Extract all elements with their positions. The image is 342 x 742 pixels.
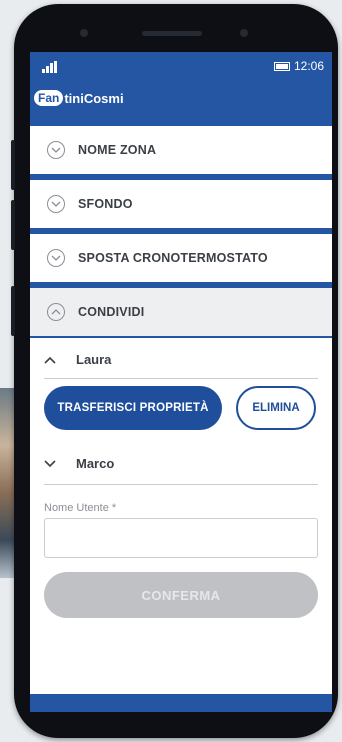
user-name: Laura: [76, 352, 112, 367]
status-time: 12:06: [293, 59, 324, 73]
confirm-button[interactable]: CONFERMA: [44, 572, 318, 618]
chevron-down-icon: [47, 195, 65, 213]
power-button: [11, 286, 15, 336]
volume-button: [11, 200, 15, 250]
divider: [44, 378, 318, 379]
delete-button[interactable]: ELIMINA: [236, 386, 316, 430]
section-sfondo[interactable]: SFONDO: [30, 180, 332, 228]
section-label: NOME ZONA: [78, 143, 157, 157]
transfer-ownership-button[interactable]: TRASFERISCI PROPRIETÀ: [44, 386, 222, 430]
phone-speaker-area: [50, 26, 300, 40]
chevron-down-icon: [47, 249, 65, 267]
section-label: SPOSTA CRONOTERMOSTATO: [78, 251, 268, 265]
app-header: Fan tiniCosmi: [30, 80, 332, 125]
logo-badge: Fan: [34, 90, 64, 106]
signal-icon: [42, 61, 58, 73]
share-panel: Laura TRASFERISCI PROPRIETÀ ELIMINA Marc…: [30, 338, 332, 694]
user-name: Marco: [76, 456, 115, 471]
section-condividi[interactable]: CONDIVIDI: [30, 288, 332, 336]
chevron-up-icon: [44, 356, 56, 364]
section-label: CONDIVIDI: [78, 305, 145, 319]
user-row-laura[interactable]: Laura: [44, 352, 111, 367]
fantinicosmi-logo: Fan tiniCosmi: [34, 88, 124, 108]
logo-text: tiniCosmi: [64, 90, 124, 106]
chevron-down-icon: [47, 141, 65, 159]
battery-icon: [273, 61, 290, 71]
user-row-marco[interactable]: Marco: [44, 456, 114, 471]
volume-button: [11, 140, 15, 190]
section-label: SFONDO: [78, 197, 133, 211]
section-nome-zona[interactable]: NOME ZONA: [30, 126, 332, 174]
sensor-dot: [80, 29, 88, 37]
app-screen: 12:06 Fan tiniCosmi NOME ZONA SFONDO SPO…: [30, 52, 332, 712]
status-bar: 12:06: [30, 52, 332, 80]
section-sposta-cronotermostato[interactable]: SPOSTA CRONOTERMOSTATO: [30, 234, 332, 282]
divider: [44, 484, 318, 485]
speaker-slot: [142, 31, 202, 36]
chevron-down-icon: [44, 459, 56, 467]
username-label: Nome Utente *: [44, 502, 117, 514]
camera-dot: [240, 29, 248, 37]
chevron-up-icon: [47, 303, 65, 321]
username-input[interactable]: [44, 518, 318, 558]
